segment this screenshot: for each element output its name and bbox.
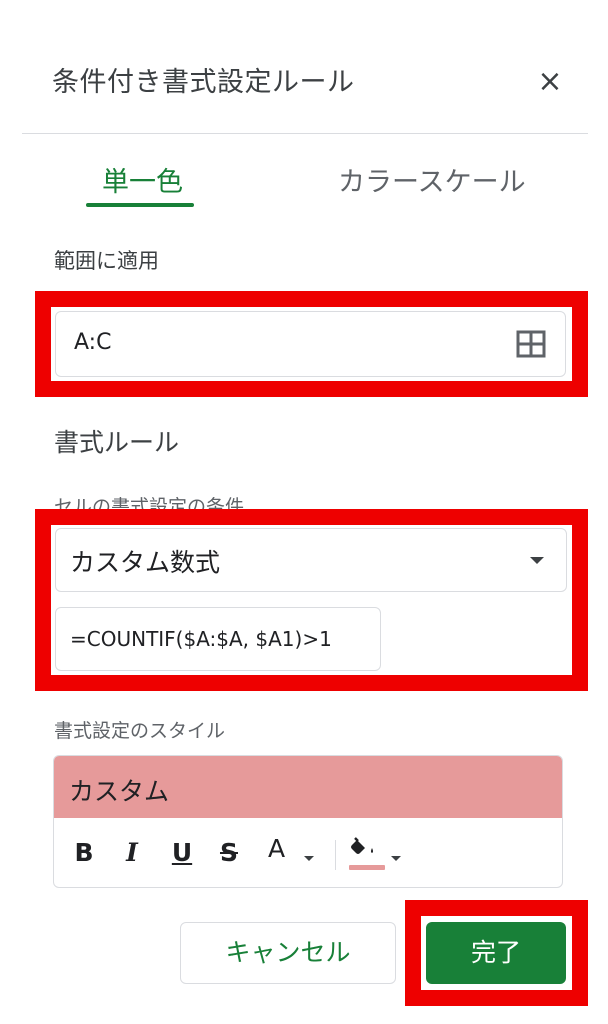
header-divider bbox=[22, 133, 588, 134]
chevron-down-icon bbox=[530, 557, 544, 564]
condition-label: セルの書式設定の条件… bbox=[54, 496, 264, 518]
apply-range-label: 範囲に適用 bbox=[54, 249, 159, 273]
custom-formula-input[interactable]: =COUNTIF($A:$A, $A1)>1 bbox=[55, 607, 381, 671]
format-style-label: 書式設定のスタイル bbox=[54, 720, 226, 742]
cancel-button[interactable]: キャンセル bbox=[180, 922, 396, 984]
condition-select[interactable]: カスタム数式 bbox=[55, 528, 567, 592]
fill-color-indicator bbox=[349, 865, 385, 870]
italic-button[interactable]: I bbox=[120, 838, 144, 872]
range-input[interactable]: A:C bbox=[55, 311, 566, 377]
tab-single-color[interactable]: 単一色 bbox=[102, 160, 183, 199]
format-rules-heading: 書式ルール bbox=[54, 428, 180, 457]
underline-button[interactable]: U bbox=[170, 838, 194, 872]
text-color-icon: A bbox=[268, 834, 286, 863]
bold-button[interactable]: B bbox=[72, 838, 96, 872]
condition-select-value: カスタム数式 bbox=[70, 548, 221, 577]
chevron-down-icon bbox=[391, 856, 401, 861]
close-icon[interactable]: × bbox=[536, 67, 564, 97]
fill-color-button[interactable] bbox=[349, 834, 405, 874]
tab-color-scale[interactable]: カラースケール bbox=[338, 160, 526, 199]
range-input-value: A:C bbox=[74, 330, 112, 355]
done-button[interactable]: 完了 bbox=[426, 922, 566, 984]
format-style-card: カスタム B I U S A bbox=[53, 755, 563, 888]
style-preview-text: カスタム bbox=[69, 777, 170, 806]
active-tab-indicator bbox=[86, 203, 194, 207]
grid-select-icon[interactable] bbox=[516, 330, 546, 358]
chevron-down-icon bbox=[304, 856, 314, 861]
style-preview[interactable]: カスタム bbox=[54, 756, 562, 818]
text-color-button[interactable]: A bbox=[268, 834, 318, 870]
panel-title: 条件付き書式設定ルール bbox=[52, 67, 355, 98]
toolbar-divider bbox=[335, 840, 336, 870]
strikethrough-button[interactable]: S bbox=[217, 838, 241, 872]
paint-bucket-icon bbox=[351, 837, 373, 854]
custom-formula-value: =COUNTIF($A:$A, $A1)>1 bbox=[70, 627, 332, 651]
